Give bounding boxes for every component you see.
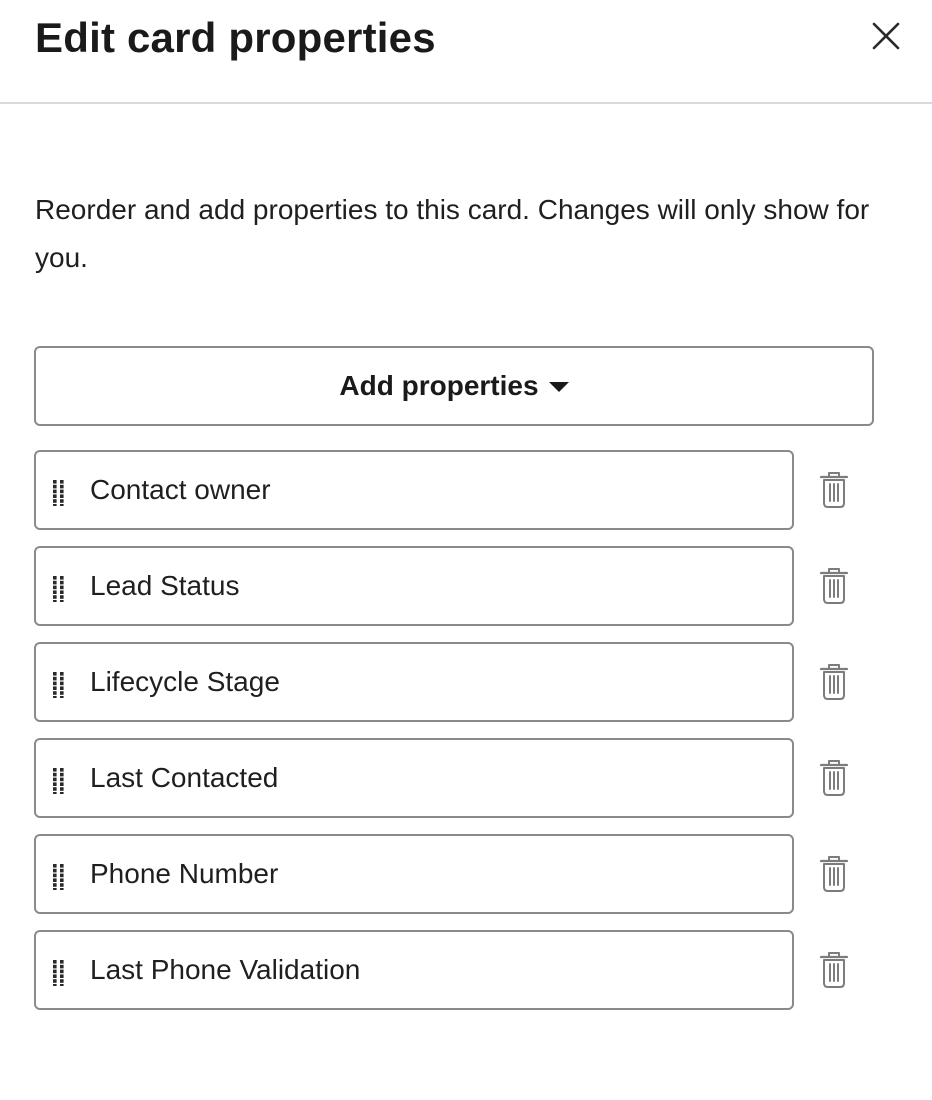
delete-property-button[interactable] bbox=[818, 662, 850, 702]
close-icon bbox=[866, 16, 906, 56]
trash-icon bbox=[818, 470, 850, 510]
property-row: Contact owner bbox=[34, 450, 932, 530]
add-properties-button[interactable]: Add properties bbox=[34, 346, 874, 426]
trash-icon bbox=[818, 566, 850, 606]
drag-handle-icon[interactable] bbox=[52, 862, 66, 890]
property-label: Contact owner bbox=[90, 474, 271, 505]
panel-title: Edit card properties bbox=[35, 14, 436, 61]
delete-property-button[interactable] bbox=[818, 758, 850, 798]
edit-card-properties-panel: Edit card properties Reorder and add pro… bbox=[0, 0, 932, 1100]
add-properties-label: Add properties bbox=[339, 370, 539, 401]
property-row: Lifecycle Stage bbox=[34, 642, 932, 722]
drag-handle-icon[interactable] bbox=[52, 670, 66, 698]
delete-property-button[interactable] bbox=[818, 470, 850, 510]
property-label: Lifecycle Stage bbox=[90, 666, 280, 697]
property-item[interactable]: Lifecycle Stage bbox=[34, 642, 794, 722]
delete-property-button[interactable] bbox=[818, 950, 850, 990]
drag-handle-icon[interactable] bbox=[52, 766, 66, 794]
caret-down-icon bbox=[548, 382, 569, 392]
property-item[interactable]: Lead Status bbox=[34, 546, 794, 626]
close-button[interactable] bbox=[866, 16, 906, 56]
drag-handle-icon[interactable] bbox=[52, 478, 66, 506]
delete-property-button[interactable] bbox=[818, 854, 850, 894]
panel-header: Edit card properties bbox=[0, 0, 932, 104]
property-row: Lead Status bbox=[34, 546, 932, 626]
property-row: Last Contacted bbox=[34, 738, 932, 818]
property-row: Last Phone Validation bbox=[34, 930, 932, 1010]
property-item[interactable]: Last Phone Validation bbox=[34, 930, 794, 1010]
trash-icon bbox=[818, 662, 850, 702]
property-label: Lead Status bbox=[90, 570, 240, 601]
property-item[interactable]: Phone Number bbox=[34, 834, 794, 914]
drag-handle-icon[interactable] bbox=[52, 574, 66, 602]
drag-handle-icon[interactable] bbox=[52, 958, 66, 986]
property-row: Phone Number bbox=[34, 834, 932, 914]
property-item[interactable]: Contact owner bbox=[34, 450, 794, 530]
trash-icon bbox=[818, 758, 850, 798]
property-label: Last Contacted bbox=[90, 762, 279, 793]
panel-description: Reorder and add properties to this card.… bbox=[35, 194, 870, 273]
delete-property-button[interactable] bbox=[818, 566, 850, 606]
trash-icon bbox=[818, 950, 850, 990]
property-label: Last Phone Validation bbox=[90, 954, 361, 985]
property-label: Phone Number bbox=[90, 858, 279, 889]
trash-icon bbox=[818, 854, 850, 894]
property-item[interactable]: Last Contacted bbox=[34, 738, 794, 818]
